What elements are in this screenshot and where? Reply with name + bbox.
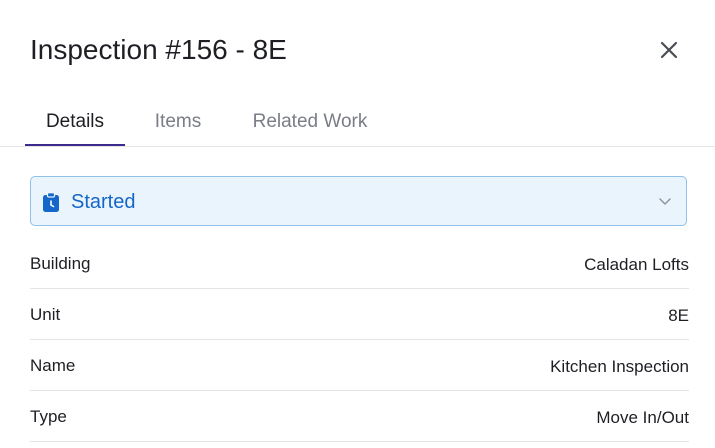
detail-row-name: Name Kitchen Inspection — [30, 340, 689, 391]
tab-details[interactable]: Details — [25, 102, 125, 146]
building-value: Caladan Lofts — [584, 255, 689, 274]
detail-row-type: Type Move In/Out — [30, 391, 689, 442]
type-label: Type — [30, 407, 67, 426]
building-label: Building — [30, 254, 91, 273]
close-icon — [660, 41, 678, 59]
name-label: Name — [30, 356, 76, 375]
tab-related-work[interactable]: Related Work — [235, 102, 385, 145]
unit-value: 8E — [668, 306, 689, 325]
detail-row-building: Building Caladan Lofts — [30, 238, 689, 289]
dialog-header: Inspection #156 - 8E — [30, 28, 685, 72]
dialog-title: Inspection #156 - 8E — [30, 34, 287, 65]
type-value: Move In/Out — [596, 408, 689, 427]
details-list: Building Caladan Lofts Unit 8E Name Kitc… — [30, 238, 689, 442]
close-button[interactable] — [655, 36, 683, 64]
status-dropdown[interactable]: Started — [30, 176, 687, 226]
unit-label: Unit — [30, 305, 61, 324]
tab-bar: Details Items Related Work — [0, 102, 715, 147]
clipboard-clock-icon — [43, 192, 59, 212]
status-value: Started — [71, 191, 136, 213]
name-value: Kitchen Inspection — [550, 357, 689, 376]
detail-row-unit: Unit 8E — [30, 289, 689, 340]
tab-items[interactable]: Items — [135, 102, 221, 145]
chevron-down-icon — [659, 198, 671, 205]
